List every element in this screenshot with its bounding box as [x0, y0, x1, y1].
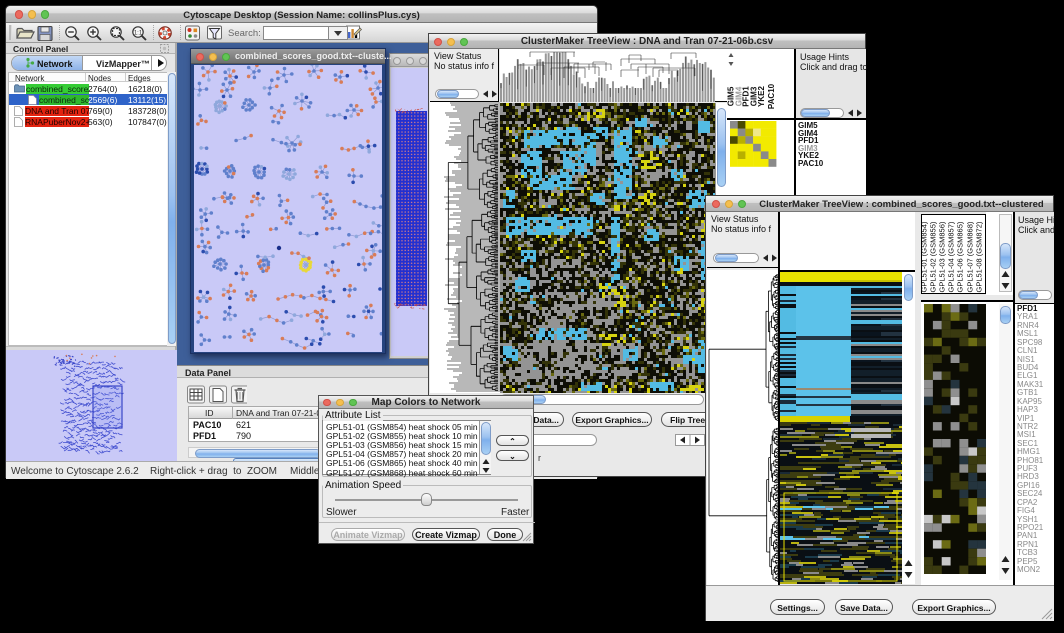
svg-text:1:1: 1:1 — [134, 30, 143, 36]
